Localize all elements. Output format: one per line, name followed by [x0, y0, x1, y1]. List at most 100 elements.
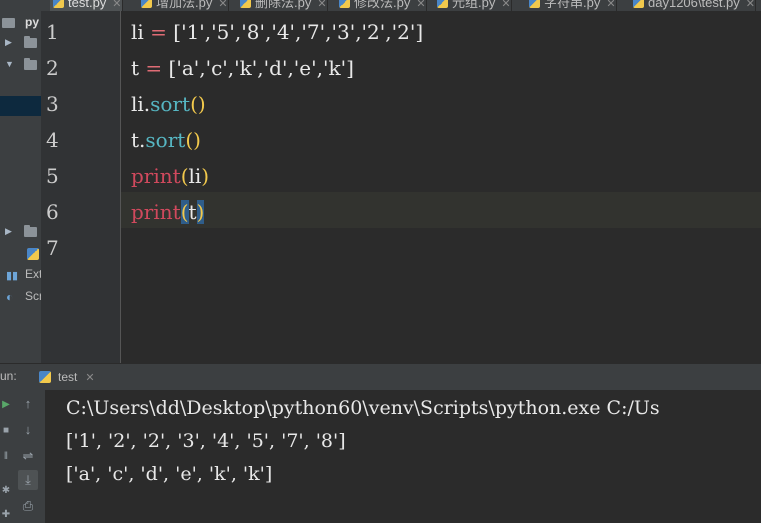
line-number: 6 — [46, 200, 59, 224]
python-file-icon — [27, 248, 39, 260]
project-root-label: py — [25, 15, 40, 29]
scratches-icon: ◐ — [6, 290, 14, 304]
code-line-6[interactable]: print(t) — [131, 194, 205, 230]
code-line-5[interactable]: print(li) — [131, 158, 209, 194]
tab-label: test.py — [68, 0, 107, 10]
scratches-label: Scr — [25, 289, 41, 303]
tab-label: 增加法.py — [156, 0, 213, 10]
expand-arrow-icon[interactable]: ▶ — [5, 226, 12, 237]
tab-label: 修改法.py — [354, 0, 411, 10]
python-file-icon — [529, 0, 540, 8]
argument: t — [188, 200, 197, 224]
folder-icon — [24, 58, 37, 70]
builtin-print: print — [131, 164, 181, 188]
list-literal: ['1','5','8','4','7','3','2','2'] — [173, 20, 424, 44]
folder-icon — [2, 18, 15, 28]
close-icon[interactable]: ✕ — [746, 0, 755, 10]
soft-wrap-icon[interactable]: ⇌ — [18, 446, 38, 466]
operator: = — [143, 20, 174, 44]
collapse-arrow-icon[interactable]: ▼ — [5, 59, 14, 69]
code-line-4[interactable]: t.sort() — [131, 122, 201, 158]
line-number: 2 — [46, 56, 59, 80]
arrow-up-icon[interactable]: ↑ — [18, 394, 38, 414]
rerun-icon[interactable]: ▶ — [0, 398, 12, 412]
tab-file-2[interactable]: 增加法.py ✕ — [138, 0, 229, 11]
tab-file-3[interactable]: 删除法.py ✕ — [237, 0, 328, 11]
parentheses: () — [185, 128, 201, 152]
code-line-2[interactable]: t = ['a','c','k','d','e','k'] — [131, 50, 354, 86]
run-console[interactable]: C:\Users\dd\Desktop\python60\venv\Script… — [46, 390, 761, 523]
line-number: 7 — [46, 236, 59, 260]
project-root-row[interactable]: py — [0, 14, 41, 32]
python-file-icon — [39, 371, 51, 383]
method-name: sort — [150, 92, 191, 116]
external-libraries-label: Ext — [25, 267, 41, 281]
list-literal: ['a','c','k','d','e','k'] — [168, 56, 354, 80]
tree-row[interactable]: ▶ — [0, 223, 41, 241]
code-line-3[interactable]: li.sort() — [131, 86, 206, 122]
folder-icon — [24, 36, 37, 48]
line-number: 3 — [46, 92, 59, 116]
console-toolbar: ↑ ↓ ⇌ ⤓ ⎙ — [12, 390, 46, 523]
builtin-print: print — [131, 200, 181, 224]
tab-file-6[interactable]: 字符串.py ✕ — [526, 0, 617, 11]
tab-file-4[interactable]: 修改法.py ✕ — [336, 0, 427, 11]
tab-file-7[interactable]: day1206\test.py ✕ — [630, 0, 757, 11]
pause-icon[interactable]: ‖ — [0, 450, 12, 464]
python-file-icon — [633, 0, 644, 8]
code-line-1[interactable]: li = ['1','5','8','4','7','3','2','2'] — [131, 14, 423, 50]
bar-chart-icon: ▮▮ — [6, 270, 19, 282]
python-file-icon — [141, 0, 152, 8]
project-panel: py ▶ ▼ ▶ ▮▮ Ext ◐ Scr — [0, 11, 41, 363]
close-icon[interactable]: ✕ — [85, 372, 94, 384]
code-editor[interactable]: li = ['1','5','8','4','7','3','2','2'] t… — [121, 11, 761, 363]
selected-tree-row[interactable] — [0, 96, 41, 116]
tree-row[interactable] — [0, 245, 41, 263]
open-paren: ( — [180, 164, 189, 188]
close-icon[interactable]: ✕ — [218, 0, 227, 10]
tab-file-5[interactable]: 元组.py ✕ — [434, 0, 512, 11]
argument: li — [188, 164, 202, 188]
run-tab-label: test — [58, 370, 78, 384]
console-line-command: C:\Users\dd\Desktop\python60\venv\Script… — [66, 397, 660, 419]
run-side-toolbar: ▶ ■ ‖ ✱ ✚ — [0, 390, 12, 523]
run-tab-test[interactable]: test ✕ — [34, 364, 103, 390]
run-tool-window-header: un: test ✕ — [0, 363, 761, 391]
object-ref: li. — [131, 92, 151, 116]
arrow-down-icon[interactable]: ↓ — [18, 420, 38, 440]
tab-label: 字符串.py — [544, 0, 601, 10]
variable: t — [131, 56, 140, 80]
console-line-output: ['1', '2', '2', '3', '4', '5', '7', '8'] — [66, 430, 346, 452]
tree-row[interactable]: ▶ — [0, 34, 41, 52]
operator: = — [139, 56, 169, 80]
run-label: un: — [0, 369, 17, 383]
settings-icon[interactable]: ✱ — [0, 484, 12, 498]
pin-icon[interactable]: ✚ — [0, 508, 12, 522]
tab-test-py[interactable]: test.py ✕ — [50, 0, 123, 11]
tree-row[interactable]: ▼ — [0, 56, 41, 74]
line-number: 5 — [46, 164, 59, 188]
external-libraries-row[interactable]: ▮▮ Ext — [0, 266, 41, 284]
console-line-output: ['a', 'c', 'd', 'e', 'k', 'k'] — [66, 463, 273, 485]
matched-close-paren: ) — [196, 200, 205, 224]
print-icon[interactable]: ⎙ — [18, 496, 38, 516]
python-file-icon — [339, 0, 350, 8]
scroll-to-end-icon[interactable]: ⤓ — [18, 470, 38, 490]
close-icon[interactable]: ✕ — [317, 0, 326, 10]
line-number-gutter[interactable]: 1 2 3 4 5 6 7 — [41, 11, 121, 363]
folder-icon — [24, 225, 37, 237]
stop-icon[interactable]: ■ — [0, 424, 12, 438]
expand-arrow-icon[interactable]: ▶ — [5, 37, 12, 48]
close-icon[interactable]: ✕ — [112, 0, 121, 10]
python-file-icon — [437, 0, 448, 8]
object-ref: t. — [131, 128, 146, 152]
close-icon[interactable]: ✕ — [606, 0, 615, 10]
close-icon[interactable]: ✕ — [501, 0, 510, 10]
tab-label: 删除法.py — [255, 0, 312, 10]
scratches-row[interactable]: ◐ Scr — [0, 288, 41, 306]
python-file-icon — [53, 0, 64, 8]
parentheses: () — [190, 92, 206, 116]
variable: li — [131, 20, 144, 44]
close-icon[interactable]: ✕ — [416, 0, 425, 10]
method-name: sort — [145, 128, 186, 152]
